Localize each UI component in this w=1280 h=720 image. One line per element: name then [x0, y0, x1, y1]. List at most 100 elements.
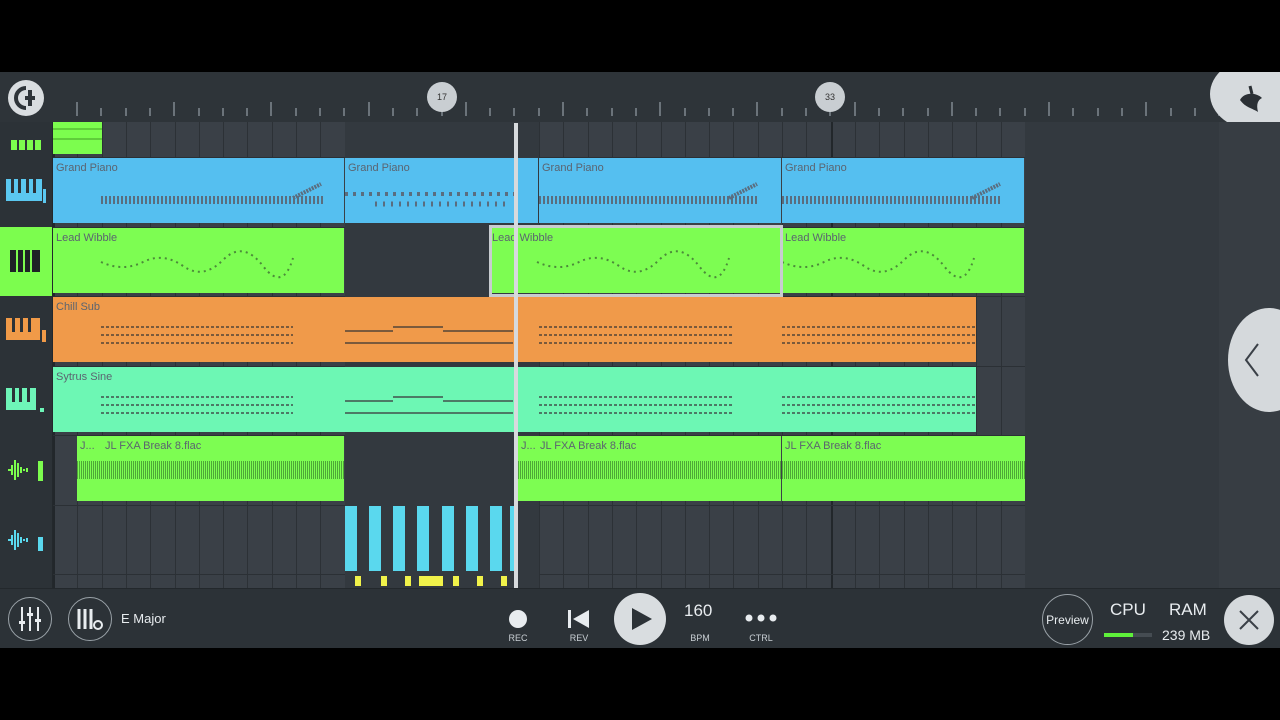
hats-note	[405, 576, 411, 586]
ruler-tick	[1072, 108, 1075, 116]
step-sequencer-icon	[11, 139, 41, 150]
ruler-tick	[464, 102, 467, 116]
clip-grand-piano-3[interactable]: Grand Piano	[539, 158, 781, 223]
ram-label: RAM	[1169, 600, 1207, 619]
preview-button[interactable]: Preview	[1042, 594, 1093, 645]
bpm-label: BPM	[690, 633, 710, 643]
ruler-tick	[1096, 108, 1099, 116]
waveform-icon	[8, 529, 43, 551]
hats-note	[419, 576, 431, 586]
scale-key-label[interactable]: E Major	[121, 611, 166, 626]
mixer-button[interactable]	[8, 597, 52, 641]
rewind-icon[interactable]	[568, 610, 590, 628]
track-icon-grand-piano[interactable]	[0, 157, 52, 226]
timeline-ruler[interactable]: 17 33	[0, 72, 1280, 130]
ruler-tick	[246, 108, 249, 116]
ruler-tick	[926, 108, 929, 116]
audio-waveform-preview	[782, 461, 1025, 479]
ruler-tick	[343, 108, 346, 116]
ruler-tick	[950, 102, 953, 116]
hats-clip[interactable]	[393, 506, 405, 571]
ruler-tick	[76, 102, 78, 116]
ruler-tick	[124, 108, 127, 116]
ruler-tick	[1023, 108, 1026, 116]
playhead[interactable]	[514, 123, 518, 589]
hats-clip[interactable]	[490, 506, 502, 571]
ruler-tick	[756, 102, 759, 116]
pattern-clip-top[interactable]	[53, 122, 102, 154]
midi-notes-preview	[100, 250, 294, 279]
ruler-tick	[707, 108, 710, 116]
bar-marker-17[interactable]: 17	[427, 82, 457, 112]
ruler-tick	[391, 108, 394, 116]
ruler-tick	[513, 108, 516, 116]
fl-studio-mobile-app: 17 33 Grand Piano Grand Piano Grand Pian…	[0, 72, 1280, 648]
ruler-tick	[659, 102, 662, 116]
clip-grand-piano-4[interactable]: Grand Piano	[782, 158, 1024, 223]
clip-break-2[interactable]: J... JL FXA Break 8.flac	[518, 436, 781, 501]
clip-lead-wibble-3[interactable]: Lead Wibble	[782, 228, 1024, 293]
empty-region-shade	[1025, 122, 1219, 588]
track-icon-1[interactable]	[0, 88, 52, 157]
hats-note	[477, 576, 483, 586]
hats-clip[interactable]	[417, 506, 429, 571]
bpm-value[interactable]: 160	[684, 601, 712, 621]
clip-grand-piano-2[interactable]: Grand Piano	[345, 158, 538, 223]
fruit-icon	[1240, 85, 1262, 112]
ram-value: 239 MB	[1162, 627, 1211, 643]
hats-clip[interactable]	[466, 506, 478, 571]
record-icon[interactable]	[509, 610, 527, 628]
audio-waveform-preview	[77, 461, 344, 479]
rec-label: REC	[508, 633, 528, 643]
bar-marker-33[interactable]: 33	[815, 82, 845, 112]
playlist-grid[interactable]: Grand Piano Grand Piano Grand Piano Gran…	[53, 122, 1219, 588]
bottom-toolbar: E Major REC REV 160 BPM CTRL Preview CPU…	[0, 588, 1280, 648]
hats-clip[interactable]	[345, 506, 357, 571]
ruler-tick	[1048, 102, 1050, 116]
track-icon-hats[interactable]	[0, 505, 52, 574]
clip-break-3[interactable]: JL FXA Break 8.flac	[782, 436, 1025, 501]
ruler-tick	[1145, 102, 1148, 116]
ruler-tick	[780, 108, 783, 116]
ruler-tick	[221, 108, 224, 116]
hats-note	[453, 576, 459, 586]
ruler-tick	[100, 108, 103, 116]
track-icon-chill-sub[interactable]	[0, 296, 52, 365]
chevron-left-icon	[1244, 343, 1259, 377]
selection-box	[489, 225, 783, 297]
hats-clip[interactable]	[442, 506, 454, 571]
track-icon-lead-wibble[interactable]	[0, 227, 52, 296]
track-icon-sytrus-sine[interactable]	[0, 366, 52, 435]
ruler-tick	[562, 102, 564, 116]
ruler-tick	[805, 108, 807, 116]
midi-notes-preview	[101, 182, 323, 204]
piano-keys-icon	[6, 387, 44, 412]
piano-keys-icon	[10, 249, 40, 272]
clip-grand-piano-1[interactable]: Grand Piano	[53, 158, 344, 223]
ctrl-label: CTRL	[749, 633, 773, 643]
hats-clip[interactable]	[369, 506, 381, 571]
ruler-tick	[732, 108, 735, 116]
cpu-meter	[1104, 633, 1152, 637]
track-icon-break[interactable]	[0, 435, 52, 504]
track-icon-column	[0, 122, 53, 588]
ruler-tick	[294, 108, 297, 116]
hats-note	[381, 576, 387, 586]
ruler-tick	[1120, 108, 1123, 116]
ruler-tick	[1169, 108, 1172, 116]
mixer-sliders-icon	[19, 607, 41, 631]
piano-keys-icon	[6, 178, 46, 203]
clip-break-1[interactable]: J... JL FXA Break 8.flac	[77, 436, 344, 501]
piano-settings-button[interactable]	[68, 597, 112, 641]
play-button[interactable]	[614, 593, 666, 645]
ruler-tick	[416, 108, 419, 116]
close-button[interactable]	[1224, 595, 1274, 645]
ruler-tick	[148, 108, 151, 116]
piano-gear-icon	[77, 609, 103, 630]
clip-lead-wibble-1[interactable]: Lead Wibble	[53, 228, 344, 293]
ruler-ticks	[54, 72, 1224, 122]
ruler-tick	[999, 108, 1002, 116]
more-dots-icon[interactable]	[745, 614, 777, 622]
cpu-meter-fill	[1104, 633, 1133, 637]
hats-note	[431, 576, 443, 586]
